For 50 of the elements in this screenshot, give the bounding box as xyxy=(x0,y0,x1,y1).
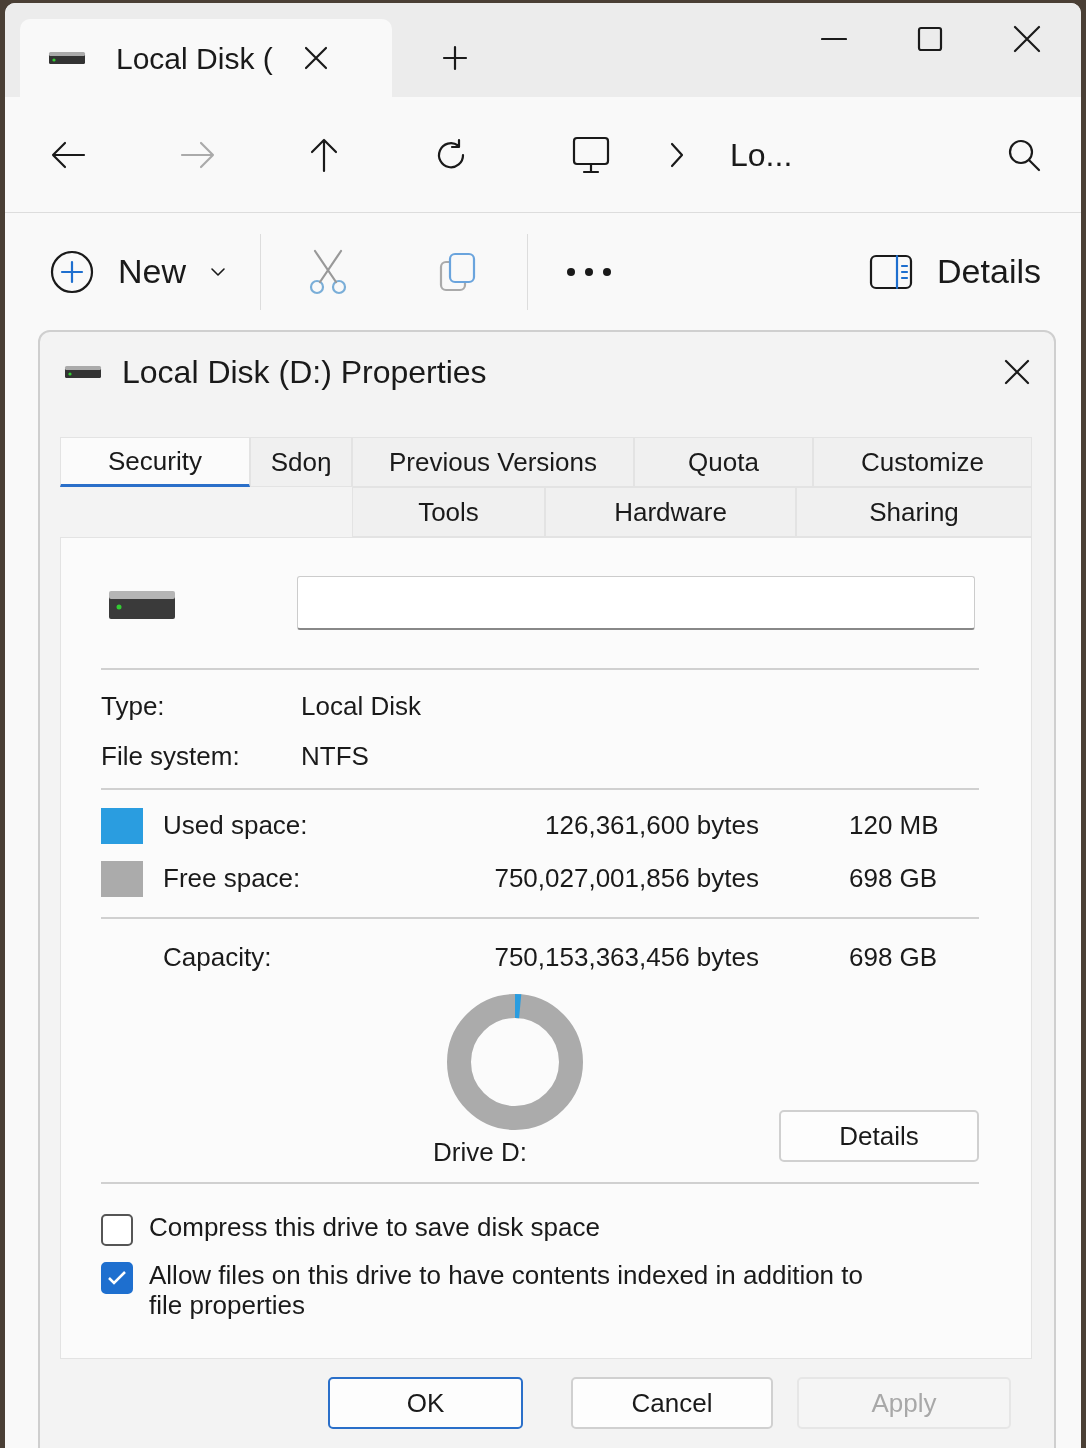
details-pane-icon xyxy=(869,253,914,290)
up-arrow-icon[interactable] xyxy=(308,136,340,173)
back-arrow-icon[interactable] xyxy=(50,139,86,170)
space-label: Used space: xyxy=(163,809,309,842)
checkbox-label: Allow files on this drive to have contents indexed in addition to file properties xyxy=(149,1261,864,1321)
capacity-label: Capacity: xyxy=(163,941,273,974)
capacity-bytes: 750,153,363,456 bytes xyxy=(493,941,759,974)
dialog-tab[interactable]: Sharing xyxy=(796,487,1032,537)
space-bytes: 126,361,600 bytes xyxy=(544,809,759,842)
dialog-tab[interactable]: Tools xyxy=(352,487,545,537)
checkmark-icon xyxy=(107,1270,127,1286)
dialog-tab[interactable]: Previous Versions xyxy=(352,437,634,487)
plus-icon[interactable] xyxy=(442,45,468,71)
dialog-tab[interactable]: Sdoŋ xyxy=(250,437,352,487)
info-value: NTFS xyxy=(301,739,370,773)
close-icon[interactable] xyxy=(1004,359,1030,385)
info-label: Type: xyxy=(101,689,166,723)
details-pane-button[interactable]: Details xyxy=(869,246,1041,297)
space-size: 698 GB xyxy=(849,862,939,895)
close-icon[interactable] xyxy=(1013,25,1041,53)
checkbox[interactable] xyxy=(101,1262,133,1294)
chevron-down-icon xyxy=(210,266,227,277)
checkbox[interactable] xyxy=(101,1214,133,1246)
dialog-tab[interactable]: Customize xyxy=(813,437,1032,487)
dialog-tab[interactable]: Quota xyxy=(634,437,813,487)
plus-circle-icon xyxy=(50,249,94,294)
details-button[interactable]: Details xyxy=(779,1110,979,1162)
search-icon[interactable] xyxy=(1007,137,1041,172)
dialog-title: Local Disk (D:) Properties xyxy=(122,353,487,392)
monitor-icon[interactable] xyxy=(572,135,610,174)
capacity-size: 698 GB xyxy=(849,941,939,974)
maximize-icon[interactable] xyxy=(917,26,943,52)
info-label: File system: xyxy=(101,739,241,773)
dialog-tab[interactable]: Security xyxy=(60,437,250,487)
space-label: Free space: xyxy=(163,862,302,895)
info-value: Local Disk xyxy=(301,689,422,723)
drive-label: Drive D: xyxy=(433,1136,527,1169)
close-icon[interactable] xyxy=(302,45,329,71)
chevron-icon xyxy=(670,141,684,168)
address-breadcrumb[interactable]: Lo... xyxy=(730,130,793,179)
dialog-button[interactable]: OK xyxy=(328,1377,523,1429)
space-bytes: 750,027,001,856 bytes xyxy=(493,862,759,895)
dialog-tab[interactable]: Hardware xyxy=(545,487,796,537)
scissors-icon[interactable] xyxy=(309,248,348,295)
checkbox-label: Compress this drive to save disk space xyxy=(149,1213,600,1243)
space-size: 120 MB xyxy=(849,809,940,842)
more-icon[interactable] xyxy=(566,266,613,277)
new-button[interactable]: New xyxy=(50,246,227,297)
name-field[interactable] xyxy=(297,576,975,630)
dialog-button[interactable]: Cancel xyxy=(571,1377,773,1429)
